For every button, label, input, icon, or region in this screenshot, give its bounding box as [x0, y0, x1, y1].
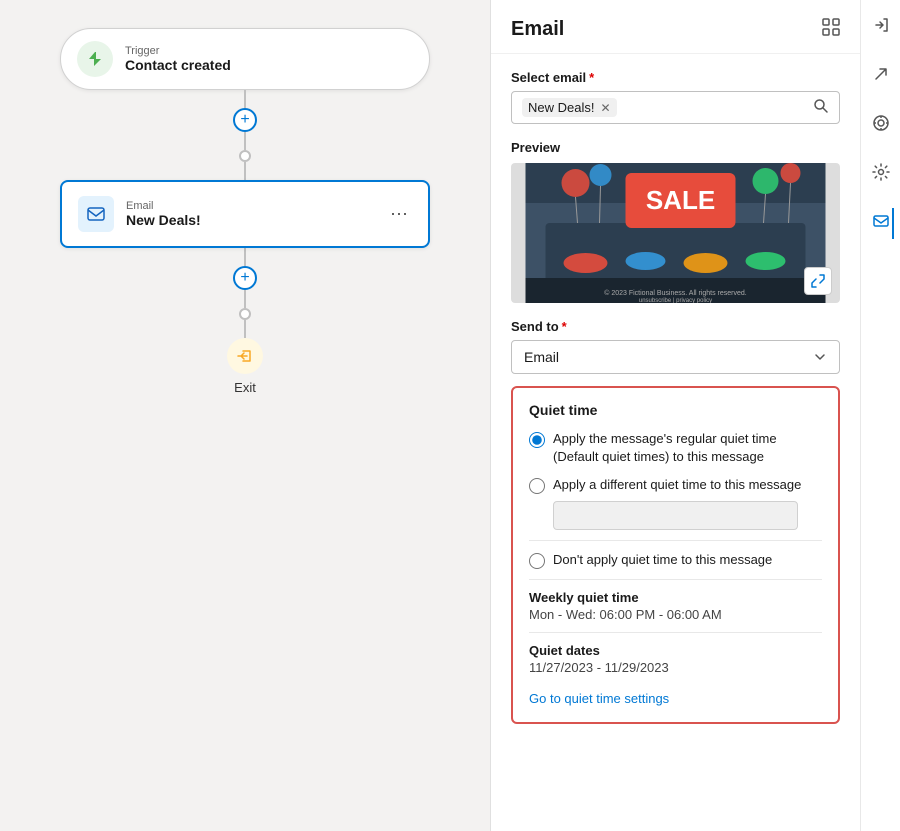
quiet-divider-2 — [529, 579, 822, 580]
panel-header: Email — [491, 0, 860, 54]
quiet-dates-block: Quiet dates 11/27/2023 - 11/29/2023 — [529, 643, 822, 675]
connector-2: + — [233, 248, 257, 338]
tag-close-button[interactable]: ✕ — [600, 101, 610, 115]
email-node-title: New Deals! — [126, 212, 374, 228]
sidebar-target-icon[interactable] — [868, 110, 894, 141]
panel-body: Select email * New Deals! ✕ Preview — [491, 54, 860, 831]
quiet-time-option-1: Apply the message's regular quiet time (… — [529, 430, 822, 466]
quiet-time-option-3-text: Don't apply quiet time to this message — [553, 551, 772, 569]
right-sidebar — [860, 0, 900, 831]
sidebar-mail-icon[interactable] — [868, 208, 894, 239]
exit-node-container: Exit — [227, 338, 263, 395]
go-to-quiet-time-link[interactable]: Go to quiet time settings — [529, 691, 669, 706]
connector-line-4 — [244, 248, 246, 266]
sidebar-login-icon[interactable] — [868, 12, 894, 43]
quiet-time-box: Quiet time Apply the message's regular q… — [511, 386, 840, 724]
quiet-time-title: Quiet time — [529, 402, 822, 418]
connector-line-2 — [244, 132, 246, 150]
connector-dot-1 — [239, 150, 251, 162]
panel-grid-button[interactable] — [822, 18, 840, 41]
quiet-time-option-2: Apply a different quiet time to this mes… — [529, 476, 822, 529]
email-icon-wrap — [78, 196, 114, 232]
send-to-label: Send to * — [511, 319, 840, 334]
preview-label: Preview — [511, 140, 840, 155]
quiet-time-option-3: Don't apply quiet time to this message — [529, 551, 822, 569]
trigger-icon-wrap — [77, 41, 113, 77]
add-step-button-1[interactable]: + — [233, 108, 257, 132]
send-to-section: Send to * Email — [511, 319, 840, 374]
trigger-text-wrap: Trigger Contact created — [125, 45, 231, 73]
connector-line-6 — [244, 320, 246, 338]
dropdown-chevron-icon — [813, 350, 827, 364]
sidebar-share-icon[interactable] — [868, 61, 894, 92]
quiet-divider-3 — [529, 632, 822, 633]
exit-icon-wrap — [227, 338, 263, 374]
email-node-label: Email — [126, 200, 374, 212]
email-text-wrap: Email New Deals! — [126, 200, 374, 228]
quiet-time-radio-2[interactable] — [529, 478, 545, 494]
quiet-time-option-1-text: Apply the message's regular quiet time (… — [553, 430, 822, 466]
quiet-time-radio-3[interactable] — [529, 553, 545, 569]
search-email-button[interactable] — [813, 98, 829, 117]
svg-text:© 2023 Fictional Business. All: © 2023 Fictional Business. All rights re… — [604, 289, 747, 297]
select-email-field[interactable]: New Deals! ✕ — [511, 91, 840, 124]
canvas-area: Trigger Contact created + Email New Deal… — [0, 0, 490, 831]
selected-email-tag: New Deals! ✕ — [522, 98, 617, 117]
trigger-icon — [85, 49, 105, 69]
required-star-email: * — [589, 70, 594, 85]
weekly-quiet-time-block: Weekly quiet time Mon - Wed: 06:00 PM - … — [529, 590, 822, 622]
exit-label: Exit — [234, 380, 256, 395]
connector-1: + — [233, 90, 257, 180]
preview-wrapper: SALE — [511, 163, 840, 303]
quiet-divider-1 — [529, 540, 822, 541]
connector-line-1 — [244, 90, 246, 108]
connector-dot-2 — [239, 308, 251, 320]
connector-line-3 — [244, 162, 246, 180]
required-star-send-to: * — [562, 319, 567, 334]
exit-icon — [235, 346, 255, 366]
quiet-time-custom-input — [553, 501, 798, 530]
weekly-quiet-time-label: Weekly quiet time — [529, 590, 822, 605]
svg-text:unsubscribe | privacy policy: unsubscribe | privacy policy — [639, 298, 712, 303]
svg-text:SALE: SALE — [646, 185, 715, 215]
connector-line-5 — [244, 290, 246, 308]
add-step-button-2[interactable]: + — [233, 266, 257, 290]
weekly-quiet-time-value: Mon - Wed: 06:00 PM - 06:00 AM — [529, 607, 822, 622]
send-to-dropdown[interactable]: Email — [511, 340, 840, 374]
email-icon — [86, 204, 106, 224]
email-node[interactable]: Email New Deals! ⋯ — [60, 180, 430, 248]
panel-title: Email — [511, 18, 564, 41]
quiet-time-radio-1[interactable] — [529, 432, 545, 448]
right-panel: Email Select email * New Deals! ✕ — [490, 0, 860, 831]
trigger-label: Trigger — [125, 45, 231, 57]
quiet-dates-value: 11/27/2023 - 11/29/2023 — [529, 660, 822, 675]
select-email-label: Select email * — [511, 70, 840, 85]
quiet-time-option-2-text: Apply a different quiet time to this mes… — [553, 477, 801, 492]
preview-svg: SALE — [511, 163, 840, 303]
trigger-node[interactable]: Trigger Contact created — [60, 28, 430, 90]
preview-image: SALE — [511, 163, 840, 303]
trigger-title: Contact created — [125, 57, 231, 73]
sidebar-settings-icon[interactable] — [868, 159, 894, 190]
email-more-button[interactable]: ⋯ — [386, 200, 412, 229]
quiet-time-option-2-container: Apply a different quiet time to this mes… — [553, 476, 822, 529]
expand-preview-button[interactable] — [804, 267, 832, 295]
quiet-dates-label: Quiet dates — [529, 643, 822, 658]
